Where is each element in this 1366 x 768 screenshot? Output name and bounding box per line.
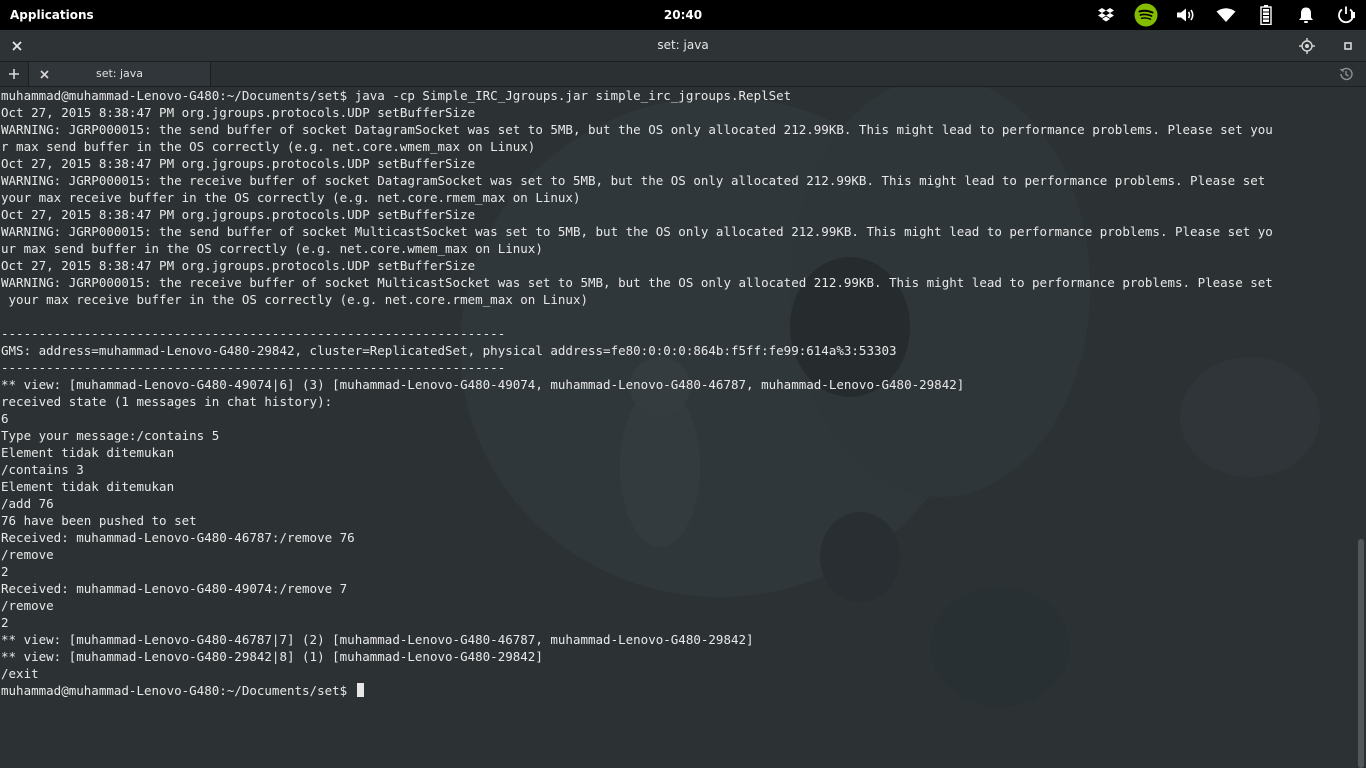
power-icon[interactable]: [1326, 0, 1366, 30]
terminal-line: Element tidak ditemukan: [1, 445, 175, 460]
terminal-output: muhammad@muhammad-Lenovo-G480:~/Document…: [1, 87, 1355, 699]
terminal-line: /remove: [1, 598, 54, 613]
terminal-line: WARNING: JGRP000015: the receive buffer …: [1, 275, 1273, 290]
terminal-line: Type your message:/contains 5: [1, 428, 220, 443]
terminal-line: /contains 3: [1, 462, 84, 477]
terminal-line: ur max send buffer in the OS correctly (…: [1, 241, 543, 256]
terminal-view[interactable]: muhammad@muhammad-Lenovo-G480:~/Document…: [0, 87, 1356, 768]
terminal-line: /remove: [1, 547, 54, 562]
terminal-line: your max receive buffer in the OS correc…: [1, 190, 581, 205]
terminal-line: /add 76: [1, 496, 54, 511]
terminal-line: WARNING: JGRP000015: the send buffer of …: [1, 122, 1273, 137]
terminal-line: GMS: address=muhammad-Lenovo-G480-29842,…: [1, 343, 897, 358]
plus-icon: [9, 69, 19, 79]
terminal-line: muhammad@muhammad-Lenovo-G480:~/Document…: [1, 88, 792, 103]
terminal-line: 6: [1, 411, 9, 426]
terminal-line: 2: [1, 615, 9, 630]
target-button[interactable]: [1294, 30, 1320, 61]
scrollbar-thumb[interactable]: [1358, 539, 1364, 768]
terminal-line: ** view: [muhammad-Lenovo-G480-49074|6] …: [1, 377, 965, 392]
terminal-line: ----------------------------------------…: [1, 360, 506, 375]
terminal-prompt-line: muhammad@muhammad-Lenovo-G480:~/Document…: [1, 682, 1355, 699]
terminal-line: received state (1 messages in chat histo…: [1, 394, 333, 409]
terminal-line: your max receive buffer in the OS correc…: [1, 292, 588, 307]
window-title: set: java: [657, 38, 709, 52]
top-panel: Applications 20:40: [0, 0, 1366, 30]
window-maximize-button[interactable]: [1336, 30, 1360, 61]
terminal-line: Received: muhammad-Lenovo-G480-46787:/re…: [1, 530, 355, 545]
tab-close-button[interactable]: [33, 63, 55, 85]
tab-set-java[interactable]: set: java: [28, 62, 211, 86]
history-icon: [1339, 67, 1353, 81]
terminal-line: WARNING: JGRP000015: the receive buffer …: [1, 173, 1266, 188]
terminal-prompt: muhammad@muhammad-Lenovo-G480:~/Document…: [1, 683, 348, 698]
window-close-button[interactable]: [6, 35, 28, 57]
terminal-line: Received: muhammad-Lenovo-G480-49074:/re…: [1, 581, 348, 596]
terminal-line: ----------------------------------------…: [1, 326, 506, 341]
volume-icon[interactable]: [1166, 0, 1206, 30]
terminal-line: r max send buffer in the OS correctly (e…: [1, 139, 536, 154]
terminal-line: Oct 27, 2015 8:38:47 PM org.jgroups.prot…: [1, 156, 476, 171]
text-cursor: [356, 683, 364, 697]
terminal-line: Oct 27, 2015 8:38:47 PM org.jgroups.prot…: [1, 207, 476, 222]
new-tab-button[interactable]: [4, 62, 24, 86]
closed-tabs-history-button[interactable]: [1336, 64, 1356, 84]
battery-icon[interactable]: [1246, 0, 1286, 30]
terminal-line: ** view: [muhammad-Lenovo-G480-29842|8] …: [1, 649, 543, 664]
tab-label: set: java: [95, 67, 144, 80]
crosshair-icon: [1299, 37, 1315, 54]
tab-bar: set: java: [0, 62, 1366, 87]
terminal-line: Oct 27, 2015 8:38:47 PM org.jgroups.prot…: [1, 105, 476, 120]
window-titlebar[interactable]: set: java: [0, 30, 1366, 62]
terminal-line: Element tidak ditemukan: [1, 479, 175, 494]
terminal-scrollbar[interactable]: [1356, 87, 1366, 768]
terminal-line: ** view: [muhammad-Lenovo-G480-46787|7] …: [1, 632, 754, 647]
system-tray: [1086, 0, 1366, 30]
close-icon: [12, 41, 22, 51]
terminal-line: /exit: [1, 666, 39, 681]
close-icon: [39, 69, 49, 79]
wifi-icon[interactable]: [1206, 0, 1246, 30]
terminal-line: Oct 27, 2015 8:38:47 PM org.jgroups.prot…: [1, 258, 476, 273]
terminal-line: WARNING: JGRP000015: the send buffer of …: [1, 224, 1273, 239]
spotify-icon[interactable]: [1126, 0, 1166, 30]
terminal-line: 2: [1, 564, 9, 579]
notifications-icon[interactable]: [1286, 0, 1326, 30]
maximize-icon: [1344, 41, 1352, 50]
applications-menu[interactable]: Applications: [10, 0, 94, 30]
dropbox-icon[interactable]: [1086, 0, 1126, 30]
terminal-line: 76 have been pushed to set: [1, 513, 197, 528]
